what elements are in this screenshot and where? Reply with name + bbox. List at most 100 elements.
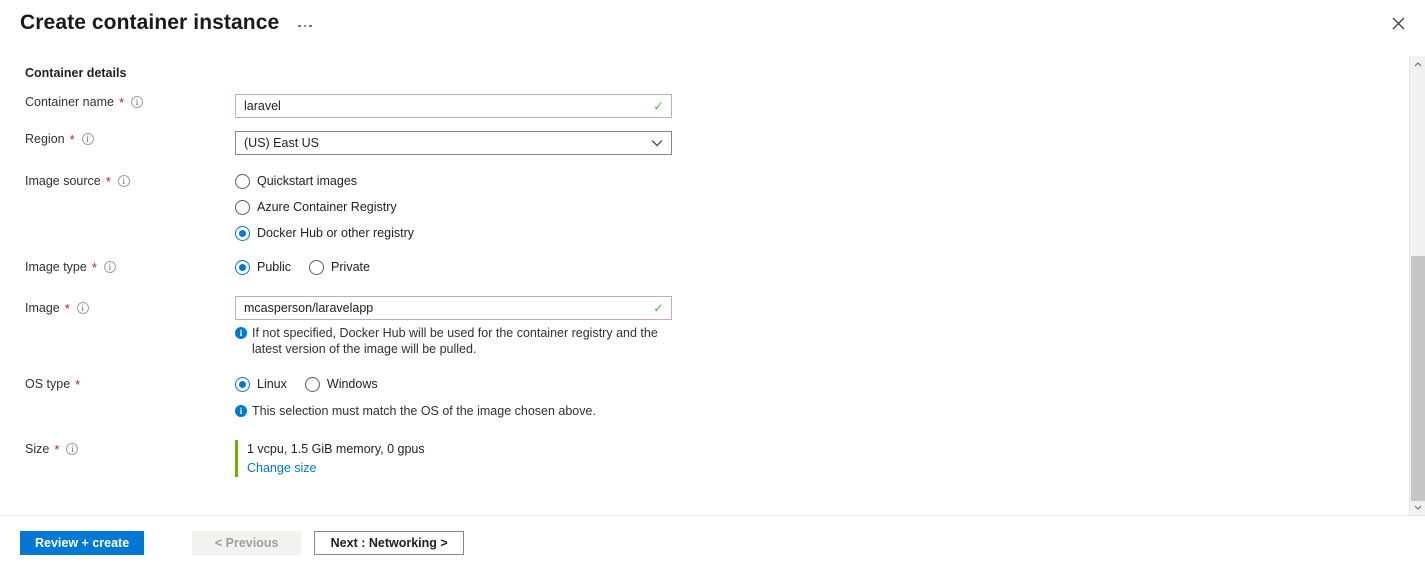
field-row-size: Size * i 1 vcpu, 1.5 GiB memory, 0 gpus … bbox=[0, 440, 1409, 477]
radio-label: Docker Hub or other registry bbox=[257, 226, 415, 240]
radio-circle-selected-icon bbox=[235, 376, 250, 392]
radio-label: Private bbox=[331, 260, 370, 274]
info-filled-icon: i bbox=[235, 327, 247, 339]
radio-image-type-public[interactable]: Public bbox=[235, 254, 291, 280]
label-size: Size * i bbox=[0, 440, 235, 458]
radio-group-image-type: Public Private bbox=[235, 254, 1409, 280]
region-value: (US) East US bbox=[244, 136, 320, 150]
field-size: 1 vcpu, 1.5 GiB memory, 0 gpus Change si… bbox=[235, 440, 1409, 477]
radio-circle-selected-icon bbox=[235, 225, 250, 241]
form-scroll-area: Container details Container name * i lar… bbox=[0, 46, 1409, 515]
ellipsis-dot-1 bbox=[298, 24, 301, 28]
required-asterisk: * bbox=[54, 441, 60, 457]
review-create-button[interactable]: Review + create bbox=[20, 531, 145, 555]
radio-label: Azure Container Registry bbox=[257, 200, 397, 214]
label-image-source-text: Image source bbox=[25, 174, 101, 188]
required-asterisk: * bbox=[64, 300, 70, 316]
field-image: mcasperson/laravelapp ✓ i If not specifi… bbox=[235, 296, 1409, 357]
vertical-scrollbar[interactable] bbox=[1409, 56, 1425, 515]
field-row-image-type: Image type * i Public Private bbox=[0, 254, 1409, 280]
container-name-value: laravel bbox=[244, 99, 281, 113]
ellipsis-dot-3 bbox=[309, 24, 312, 28]
valid-check-icon: ✓ bbox=[653, 98, 664, 114]
radio-os-type-windows[interactable]: Windows bbox=[304, 371, 378, 397]
field-row-os-type: OS type * Linux Windows i This selection… bbox=[0, 371, 1409, 419]
info-icon[interactable]: i bbox=[103, 261, 116, 273]
radio-label: Linux bbox=[257, 377, 287, 391]
close-icon[interactable] bbox=[1385, 10, 1411, 36]
more-options-icon[interactable] bbox=[295, 21, 315, 32]
radio-circle-icon bbox=[235, 173, 250, 189]
field-row-image-source: Image source * i Quickstart images Azure… bbox=[0, 168, 1409, 246]
previous-button: < Previous bbox=[192, 531, 302, 555]
image-hint: i If not specified, Docker Hub will be u… bbox=[235, 325, 665, 357]
label-image-text: Image bbox=[25, 301, 60, 315]
field-row-container-name: Container name * i laravel ✓ bbox=[0, 94, 1409, 118]
change-size-link[interactable]: Change size bbox=[247, 459, 317, 477]
image-value: mcasperson/laravelapp bbox=[244, 301, 374, 315]
required-asterisk: * bbox=[69, 131, 75, 147]
scrollbar-thumb[interactable] bbox=[1411, 256, 1425, 501]
radio-image-source-acr[interactable]: Azure Container Registry bbox=[235, 194, 1409, 220]
next-networking-button[interactable]: Next : Networking > bbox=[314, 531, 465, 555]
info-icon[interactable]: i bbox=[66, 443, 79, 455]
required-asterisk: * bbox=[105, 173, 111, 189]
radio-circle-selected-icon bbox=[235, 259, 250, 275]
info-filled-icon: i bbox=[235, 405, 247, 417]
label-container-name: Container name * i bbox=[0, 94, 235, 110]
info-icon[interactable]: i bbox=[117, 175, 130, 187]
label-region-text: Region bbox=[25, 132, 65, 146]
valid-check-icon: ✓ bbox=[653, 300, 664, 316]
info-icon[interactable]: i bbox=[76, 302, 89, 314]
radio-label: Windows bbox=[326, 377, 378, 391]
size-summary-box: 1 vcpu, 1.5 GiB memory, 0 gpus Change si… bbox=[235, 440, 1409, 477]
scroll-up-icon[interactable] bbox=[1410, 56, 1425, 72]
radio-group-os-type: Linux Windows bbox=[235, 371, 1409, 397]
page-title: Create container instance bbox=[20, 11, 280, 34]
radio-group-image-source: Quickstart images Azure Container Regist… bbox=[235, 168, 1409, 246]
container-details-form: Container details Container name * i lar… bbox=[0, 46, 1409, 477]
label-region: Region * i bbox=[0, 131, 235, 147]
label-os-type-text: OS type bbox=[25, 377, 71, 391]
label-container-name-text: Container name bbox=[25, 95, 114, 109]
label-os-type: OS type * bbox=[0, 371, 235, 397]
section-heading-container-details: Container details bbox=[25, 66, 127, 80]
radio-circle-icon bbox=[309, 259, 325, 275]
label-image: Image * i bbox=[0, 296, 235, 320]
radio-label: Quickstart images bbox=[257, 174, 358, 188]
required-asterisk: * bbox=[118, 94, 125, 110]
label-size-text: Size bbox=[25, 442, 50, 456]
field-region: (US) East US bbox=[235, 131, 1409, 155]
field-row-image: Image * i mcasperson/laravelapp ✓ i If n… bbox=[0, 296, 1409, 357]
info-icon[interactable]: i bbox=[131, 96, 144, 108]
field-row-region: Region * i (US) East US bbox=[0, 131, 1409, 155]
ellipsis-dot-2 bbox=[303, 24, 307, 28]
blade-header: Create container instance bbox=[0, 0, 1425, 46]
blade-footer: Review + create < Previous Next : Networ… bbox=[0, 515, 1425, 570]
label-image-source: Image source * i bbox=[0, 168, 235, 194]
radio-image-type-private[interactable]: Private bbox=[309, 254, 370, 280]
required-asterisk: * bbox=[75, 376, 81, 392]
radio-image-source-quickstart[interactable]: Quickstart images bbox=[235, 168, 1409, 194]
radio-label: Public bbox=[257, 260, 292, 274]
radio-circle-icon bbox=[235, 199, 250, 215]
radio-image-source-docker-hub[interactable]: Docker Hub or other registry bbox=[235, 220, 1409, 246]
label-image-type-text: Image type bbox=[25, 260, 87, 274]
label-image-type: Image type * i bbox=[0, 254, 235, 280]
os-type-hint-text: This selection must match the OS of the … bbox=[252, 404, 596, 418]
info-icon[interactable]: i bbox=[81, 133, 94, 145]
required-asterisk: * bbox=[91, 259, 97, 275]
field-os-type: Linux Windows i This selection must matc… bbox=[235, 371, 1409, 419]
scroll-down-icon[interactable] bbox=[1410, 499, 1425, 515]
os-type-hint: i This selection must match the OS of th… bbox=[235, 403, 665, 419]
create-container-instance-blade: Create container instance Container deta… bbox=[0, 0, 1425, 570]
image-input[interactable]: mcasperson/laravelapp ✓ bbox=[235, 296, 672, 320]
image-hint-text: If not specified, Docker Hub will be use… bbox=[252, 326, 658, 356]
radio-circle-icon bbox=[304, 376, 320, 392]
chevron-down-icon bbox=[651, 136, 663, 150]
container-name-input[interactable]: laravel ✓ bbox=[235, 94, 672, 118]
size-summary-text: 1 vcpu, 1.5 GiB memory, 0 gpus bbox=[247, 442, 425, 456]
region-select[interactable]: (US) East US bbox=[235, 131, 672, 155]
radio-os-type-linux[interactable]: Linux bbox=[235, 371, 287, 397]
field-container-name: laravel ✓ bbox=[235, 94, 1409, 118]
